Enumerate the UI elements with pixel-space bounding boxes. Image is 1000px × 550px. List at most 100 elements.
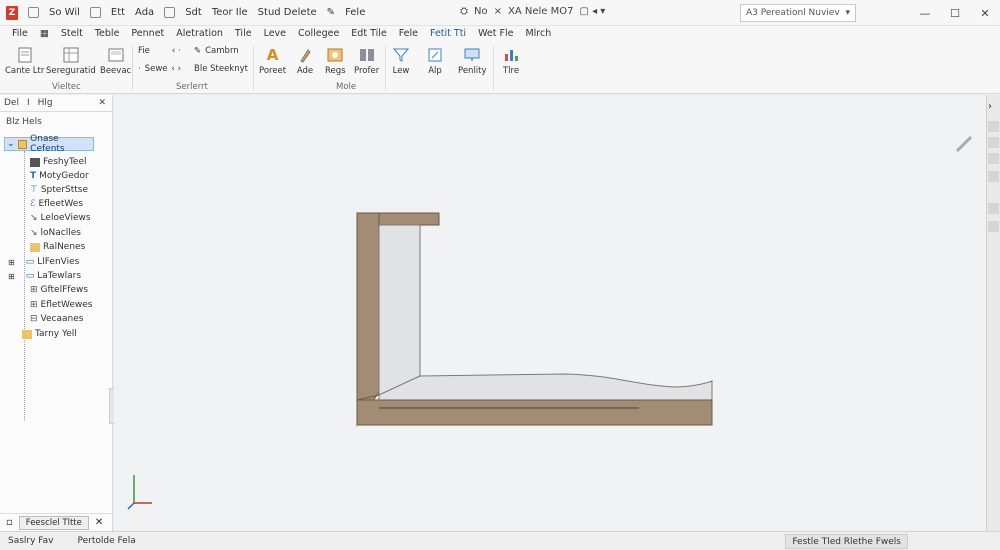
book-icon (358, 47, 376, 63)
ribbon-small-4[interactable]: Ble Steeknyt (194, 64, 248, 74)
pencil-icon[interactable]: ✎ (327, 7, 335, 18)
tree-item[interactable]: T MotyGedor (30, 171, 89, 181)
group-label-2: Serlerrt (176, 82, 208, 92)
tab-6[interactable]: Tile (229, 26, 258, 42)
ribbon-small-1[interactable]: Fie ‹ · (138, 46, 181, 56)
tab-5[interactable]: Aletration (170, 26, 229, 42)
close-icon[interactable]: ✕ (970, 0, 1000, 26)
tree-item-label: Vecaanes (40, 314, 84, 324)
view-orientation-icon[interactable] (955, 135, 973, 153)
tab-4[interactable]: Pennet (125, 26, 170, 42)
appearance-icon[interactable] (988, 203, 999, 214)
ribbon-button-1[interactable]: Cante Ltr (5, 47, 44, 76)
ribbon-button-10[interactable]: Penlity (458, 47, 487, 76)
tree-item[interactable]: ↘ LeloeViews (30, 213, 91, 223)
l-bracket-model[interactable] (356, 212, 713, 427)
ribbon-small-3[interactable]: · Sewe ‹ › (138, 64, 181, 74)
tree-item[interactable]: ⊤ SpterSttse (30, 185, 88, 195)
tab-7[interactable]: Leve (258, 26, 292, 42)
qa-item-5[interactable]: Teor Ile (212, 7, 248, 18)
properties-icon[interactable] (988, 221, 999, 232)
folder-icon (30, 242, 40, 252)
panel-close-icon[interactable]: ✕ (94, 98, 112, 108)
ribbon-button-3-label: Beevac (100, 66, 132, 76)
tree-item-label: loNaclles (40, 228, 81, 238)
qa-item-6[interactable]: Stud Delete (258, 7, 317, 18)
tree-item[interactable]: ↘ loNaclles (30, 228, 81, 238)
ribbon-button-8[interactable]: Lew (392, 47, 410, 76)
ribbon-button-5[interactable]: Ade (296, 47, 314, 76)
tree-item[interactable]: ⊞ EfletWewes (30, 300, 92, 310)
brush-icon: ✎ (194, 46, 202, 56)
tree-item[interactable]: FeshyTeel (30, 157, 86, 167)
expand-icon[interactable]: ⌄ (7, 139, 15, 149)
tree-item[interactable]: ⊞ GftelFfews (30, 285, 88, 295)
tab-9[interactable]: Edt Tile (345, 26, 392, 42)
search-input[interactable]: A3 Pereationl Nuviev ▾ (740, 4, 856, 22)
save-icon[interactable] (89, 7, 101, 18)
tree-root[interactable]: ⌄ Onase Cefents (4, 134, 94, 154)
window-controls: — ☐ ✕ (910, 0, 1000, 26)
tab-12[interactable]: Wet Fle (472, 26, 519, 42)
ribbon-button-3[interactable]: Beevac (100, 47, 131, 76)
tree-item-label: MotyGedor (39, 171, 89, 181)
feature-icon: ⊞ (30, 285, 38, 295)
ribbon-button-9[interactable]: Alp (426, 47, 444, 76)
app-logo-icon[interactable]: Z (6, 5, 18, 20)
qa-item-1[interactable]: So Wil (49, 7, 80, 18)
ribbon-button-11[interactable]: Tlre (502, 47, 520, 76)
panel-tab-1[interactable]: Del (0, 98, 23, 108)
library-icon[interactable] (988, 137, 999, 148)
qa-item-4[interactable]: Sdt (185, 7, 202, 18)
grid-icon[interactable]: ▦ (34, 26, 55, 42)
doc-nav-icons[interactable]: ▢ ◂ ▾ (579, 6, 605, 17)
ribbon-small-2[interactable]: ✎ Cambrn (194, 46, 239, 56)
doc-separator-icon: × (493, 6, 502, 17)
tab-10[interactable]: Fele (393, 26, 424, 42)
tree-item[interactable]: ⊟ Vecaanes (30, 314, 83, 324)
collapse-icon[interactable]: › (988, 101, 999, 112)
expand-plus-icon[interactable]: ⊞ (8, 258, 15, 267)
print-icon[interactable] (164, 7, 176, 18)
tree-item[interactable]: ⊞ ▭ LlFenVies (8, 257, 79, 267)
filter-button[interactable]: Feesclel Tltte (18, 515, 89, 530)
panel-tab-3[interactable]: Hlg (34, 98, 57, 108)
tab-2[interactable]: Stelt (55, 26, 89, 42)
resources-icon[interactable] (988, 121, 999, 132)
quick-access-icon[interactable] (28, 7, 39, 18)
panel-tab-2[interactable]: I (23, 98, 34, 108)
chevron-down-icon[interactable]: ▾ (845, 8, 850, 18)
tree-item[interactable]: RalNenes (30, 242, 85, 252)
tree-item[interactable]: Tarny Yell (22, 329, 77, 339)
tree-item[interactable]: ⊞ ▭ LaTewlars (8, 271, 81, 281)
close-filter-icon[interactable]: ✕ (95, 517, 103, 528)
tab-13[interactable]: Mlrch (519, 26, 557, 42)
ribbon-button-7[interactable]: Profer (354, 47, 379, 76)
maximize-icon[interactable]: ☐ (940, 0, 970, 26)
explorer-icon[interactable] (988, 153, 999, 164)
status-right[interactable]: Festle Tled Rlethe Fwels (785, 534, 908, 549)
ribbon-button-2[interactable]: Sereguratid (46, 47, 96, 76)
expand-plus-icon[interactable]: ⊞ (8, 272, 15, 281)
tree-item-label: LaTewlars (37, 271, 82, 281)
minimize-icon[interactable]: — (910, 0, 940, 26)
chevron-left-icon: ‹ · (171, 46, 181, 56)
tab-8[interactable]: Collegee (292, 26, 345, 42)
graphics-viewport[interactable] (114, 95, 986, 531)
ribbon-button-4[interactable]: A Poreet (259, 46, 286, 76)
ribbon-button-6[interactable]: Regs (325, 47, 346, 76)
doc-title-part-2: XA Nele MO7 (508, 6, 574, 17)
tab-3[interactable]: Teble (89, 26, 126, 42)
tab-11[interactable]: Fetit Tti (424, 26, 472, 42)
tree-item[interactable]: ℰ EfleetWes (30, 199, 83, 209)
qa-item-2[interactable]: Ett (111, 7, 125, 18)
qa-item-3[interactable]: Ada (135, 7, 154, 18)
filter-toggle-icon[interactable]: ▫ (6, 517, 13, 528)
palette-icon[interactable] (988, 171, 999, 182)
qa-item-7[interactable]: Fele (345, 7, 365, 18)
ribbon-button-1-label: Cante Ltr (5, 66, 45, 76)
tab-file[interactable]: File (6, 26, 34, 42)
lock-icon: ⛭ (460, 6, 468, 17)
ribbon: Cante Ltr Sereguratid Beevac Vieltec Fie… (0, 42, 1000, 94)
ribbon-separator (493, 46, 494, 90)
